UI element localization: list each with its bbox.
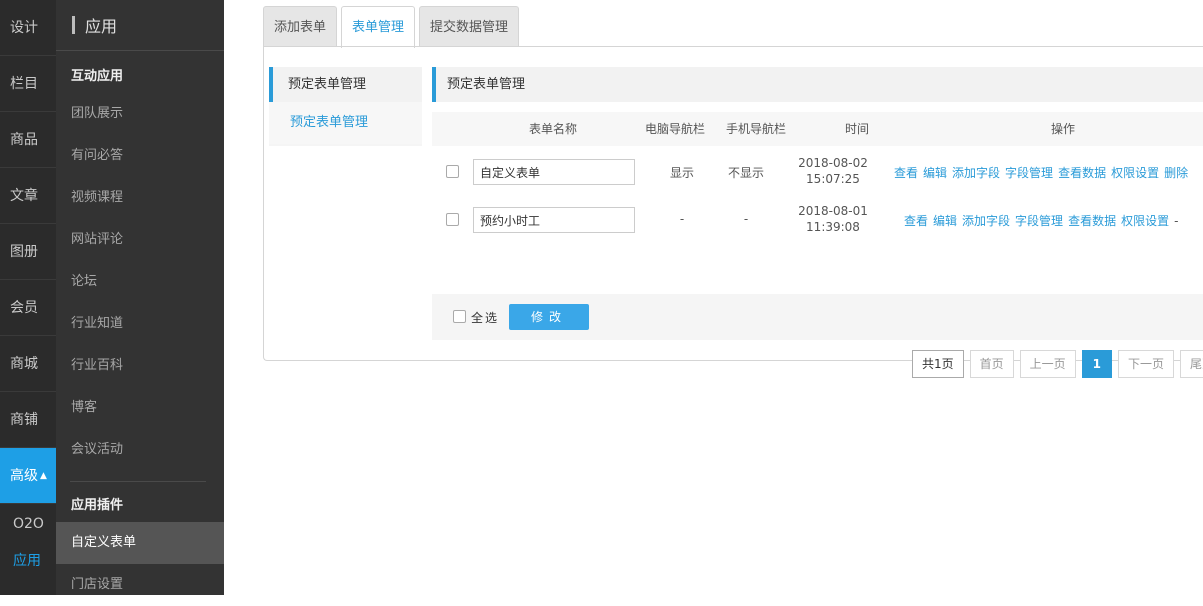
divider: [70, 481, 206, 482]
main-content: 添加表单 表单管理 提交数据管理 预定表单管理 预定表单管理 预定表单管理 表单…: [224, 0, 1203, 595]
page-count: 共1页: [911, 350, 964, 378]
form-list-section: 预定表单管理 表单名称 电脑导航栏 手机导航栏 时间 操作 显示 不显示 201…: [432, 67, 1203, 378]
col-pc-nav: 电脑导航栏: [645, 122, 706, 136]
last-page-button[interactable]: 尾页: [1179, 350, 1203, 378]
pagination: 共1页 首页 上一页 1 下一页 尾页: [906, 350, 1203, 378]
date-value: 2018-08-01: [798, 204, 868, 218]
form-name-input[interactable]: [473, 207, 635, 233]
permission-link[interactable]: 权限设置: [1121, 214, 1169, 228]
sidebar-item-forum[interactable]: 论坛: [56, 261, 224, 303]
tab-add-form[interactable]: 添加表单: [263, 6, 338, 47]
delete-link[interactable]: 删除: [1164, 166, 1188, 180]
nav-shop[interactable]: 商铺: [0, 392, 56, 448]
field-manage-link[interactable]: 字段管理: [1015, 214, 1063, 228]
current-page-button[interactable]: 1: [1081, 350, 1112, 378]
select-all-label: 全选: [471, 311, 500, 325]
primary-nav: 设计 栏目 商品 文章 图册 会员 商城 商铺 高级 ▲ O2O 应用: [0, 0, 56, 595]
caret-up-icon: ▲: [40, 471, 47, 481]
time-cell: 2018-08-02 15:07:25: [788, 155, 878, 187]
edit-link[interactable]: 编辑: [933, 214, 957, 228]
sidebar-item-video[interactable]: 视频课程: [56, 177, 224, 219]
time-value: 15:07:25: [806, 172, 860, 186]
tab-panel: 预定表单管理 预定表单管理 预定表单管理 表单名称 电脑导航栏 手机导航栏 时间…: [263, 46, 1203, 378]
sidebar-item-events[interactable]: 会议活动: [56, 429, 224, 471]
secondary-nav: 应用 互动应用 团队展示 有问必答 视频课程 网站评论 论坛 行业知道 行业百科…: [56, 0, 224, 595]
col-mobile-nav: 手机导航栏: [726, 122, 787, 136]
nav-design[interactable]: 设计: [0, 0, 56, 56]
left-menu: 预定表单管理 预定表单管理: [269, 67, 422, 146]
nav-article[interactable]: 文章: [0, 168, 56, 224]
left-menu-link[interactable]: 预定表单管理: [269, 102, 422, 144]
date-value: 2018-08-02: [798, 156, 868, 170]
secondary-nav-title: 应用: [85, 17, 118, 36]
col-time: 时间: [845, 122, 870, 136]
prev-page-button[interactable]: 上一页: [1019, 350, 1076, 378]
tab-bar: 添加表单 表单管理 提交数据管理: [263, 6, 523, 48]
nav-product[interactable]: 商品: [0, 112, 56, 168]
time-value: 11:39:08: [806, 220, 860, 234]
mobile-nav-value: 不显示: [727, 166, 764, 180]
sidebar-item-qa[interactable]: 有问必答: [56, 135, 224, 177]
left-menu-header: 预定表单管理: [269, 67, 422, 102]
col-ops: 操作: [1051, 122, 1076, 136]
sidebar-item-blog[interactable]: 博客: [56, 387, 224, 429]
row-checkbox[interactable]: [446, 213, 459, 226]
table-row: - - 2018-08-01 11:39:08 查看编辑添加字段字段管理查看数据…: [432, 196, 1203, 244]
time-cell: 2018-08-01 11:39:08: [788, 203, 878, 235]
sidebar-item-knowledge[interactable]: 行业知道: [56, 303, 224, 345]
field-manage-link[interactable]: 字段管理: [1005, 166, 1053, 180]
tab-submission-manage[interactable]: 提交数据管理: [419, 6, 520, 47]
nav-advanced-label: 高级: [10, 468, 38, 484]
first-page-button[interactable]: 首页: [969, 350, 1014, 378]
nav-column[interactable]: 栏目: [0, 56, 56, 112]
table-footer: 全选 修改: [432, 294, 1203, 340]
edit-link[interactable]: 编辑: [923, 166, 947, 180]
col-form-name: 表单名称: [529, 122, 578, 136]
group-plugins: 应用插件: [71, 498, 124, 513]
view-link[interactable]: 查看: [904, 214, 928, 228]
nav-mall[interactable]: 商城: [0, 336, 56, 392]
nav-member[interactable]: 会员: [0, 280, 56, 336]
sidebar-item-comments[interactable]: 网站评论: [56, 219, 224, 261]
mobile-nav-value: -: [743, 212, 749, 226]
view-data-link[interactable]: 查看数据: [1068, 214, 1116, 228]
pc-nav-value: 显示: [669, 166, 694, 180]
row-actions: 查看 编辑 添加字段 字段管理 查看数据 权限设置 -: [904, 212, 1178, 229]
row-checkbox[interactable]: [446, 165, 459, 178]
sidebar-item-wiki[interactable]: 行业百科: [56, 345, 224, 387]
no-delete-dash: -: [1174, 214, 1179, 228]
add-field-link[interactable]: 添加字段: [962, 214, 1010, 228]
view-link[interactable]: 查看: [894, 166, 918, 180]
title-bar-marker: [72, 16, 75, 34]
secondary-nav-header: 应用: [56, 0, 224, 51]
nav-apps[interactable]: 应用: [0, 543, 56, 580]
sidebar-item-team[interactable]: 团队展示: [56, 93, 224, 135]
next-page-button[interactable]: 下一页: [1117, 350, 1174, 378]
view-data-link[interactable]: 查看数据: [1058, 166, 1106, 180]
select-all-checkbox[interactable]: [453, 310, 466, 323]
form-name-input[interactable]: [473, 159, 635, 185]
tab-form-manage[interactable]: 表单管理: [341, 6, 416, 48]
table-row: 显示 不显示 2018-08-02 15:07:25 查看编辑添加字段字段管理查…: [432, 148, 1203, 196]
row-actions: 查看 编辑 添加字段 字段管理 查看数据 权限设置 删除: [894, 164, 1193, 181]
sidebar-item-store-settings[interactable]: 门店设置: [56, 564, 224, 606]
group-interactive-apps: 互动应用: [71, 69, 124, 84]
section-header: 预定表单管理: [432, 67, 1203, 102]
sidebar-item-custom-form[interactable]: 自定义表单: [56, 522, 224, 564]
add-field-link[interactable]: 添加字段: [952, 166, 1000, 180]
modify-button[interactable]: 修改: [509, 304, 589, 330]
table-header: 表单名称 电脑导航栏 手机导航栏 时间 操作: [432, 112, 1203, 146]
pc-nav-value: -: [679, 212, 685, 226]
permission-link[interactable]: 权限设置: [1111, 166, 1159, 180]
nav-o2o[interactable]: O2O: [0, 506, 56, 543]
nav-advanced[interactable]: 高级 ▲: [0, 448, 56, 504]
nav-album[interactable]: 图册: [0, 224, 56, 280]
